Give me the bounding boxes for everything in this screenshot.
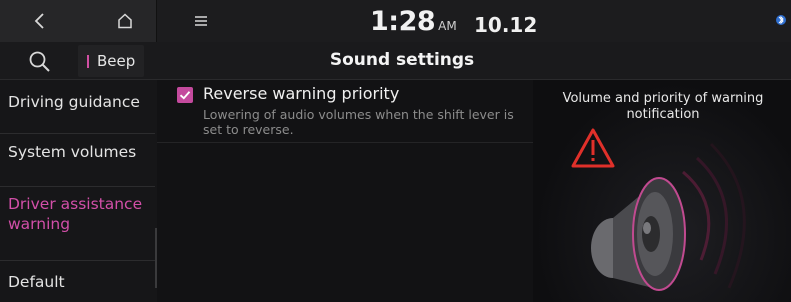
page-title: Sound settings [329,50,475,70]
sidebar-item-driver-assistance-warning[interactable]: Driver assistance warning [0,194,155,234]
divider [0,133,155,134]
settings-header: Beep Sound settings [0,42,791,80]
sidebar-item-label: System volumes [8,143,137,161]
sidebar: Driving guidance System volumes Driver a… [0,80,157,302]
settings-content: Reverse warning priority Lowering of aud… [157,80,533,302]
divider [157,142,533,143]
warning-speaker-illustration [571,128,746,291]
info-panel: Volume and priority of warning notificat… [533,80,791,302]
search-icon[interactable] [27,49,53,75]
sidebar-item-label: Driver assistance warning [8,195,143,233]
chip-accent-bar [87,54,89,68]
sidebar-item-default[interactable]: Default [0,272,155,292]
beep-chip-label: Beep [97,52,136,70]
sidebar-item-label: Default [8,273,65,291]
divider [0,186,155,187]
clock-ampm: AM [438,19,457,33]
sidebar-item-driving-guidance[interactable]: Driving guidance [0,92,155,112]
clock: 1:28 AM [370,6,457,37]
option-description: Lowering of audio volumes when the shift… [203,107,514,137]
beep-chip[interactable]: Beep [78,45,144,77]
info-caption: Volume and priority of warning notificat… [562,91,764,122]
sidebar-item-label: Driving guidance [8,93,140,111]
speaker-icon [591,177,686,291]
reverse-warning-checkbox[interactable] [177,87,193,103]
bluetooth-icon [775,12,789,30]
menu-icon[interactable] [186,4,216,38]
clock-time: 1:28 [370,6,436,37]
option-title[interactable]: Reverse warning priority [203,84,399,103]
home-icon[interactable] [105,4,145,38]
divider [0,260,155,261]
warning-icon [571,128,615,168]
checkbox-check-icon [179,91,191,100]
sidebar-item-system-volumes[interactable]: System volumes [0,142,155,162]
status-bar: 1:28 AM 10.12 [0,0,791,42]
back-icon[interactable] [20,4,60,38]
date: 10.12 [474,13,538,37]
